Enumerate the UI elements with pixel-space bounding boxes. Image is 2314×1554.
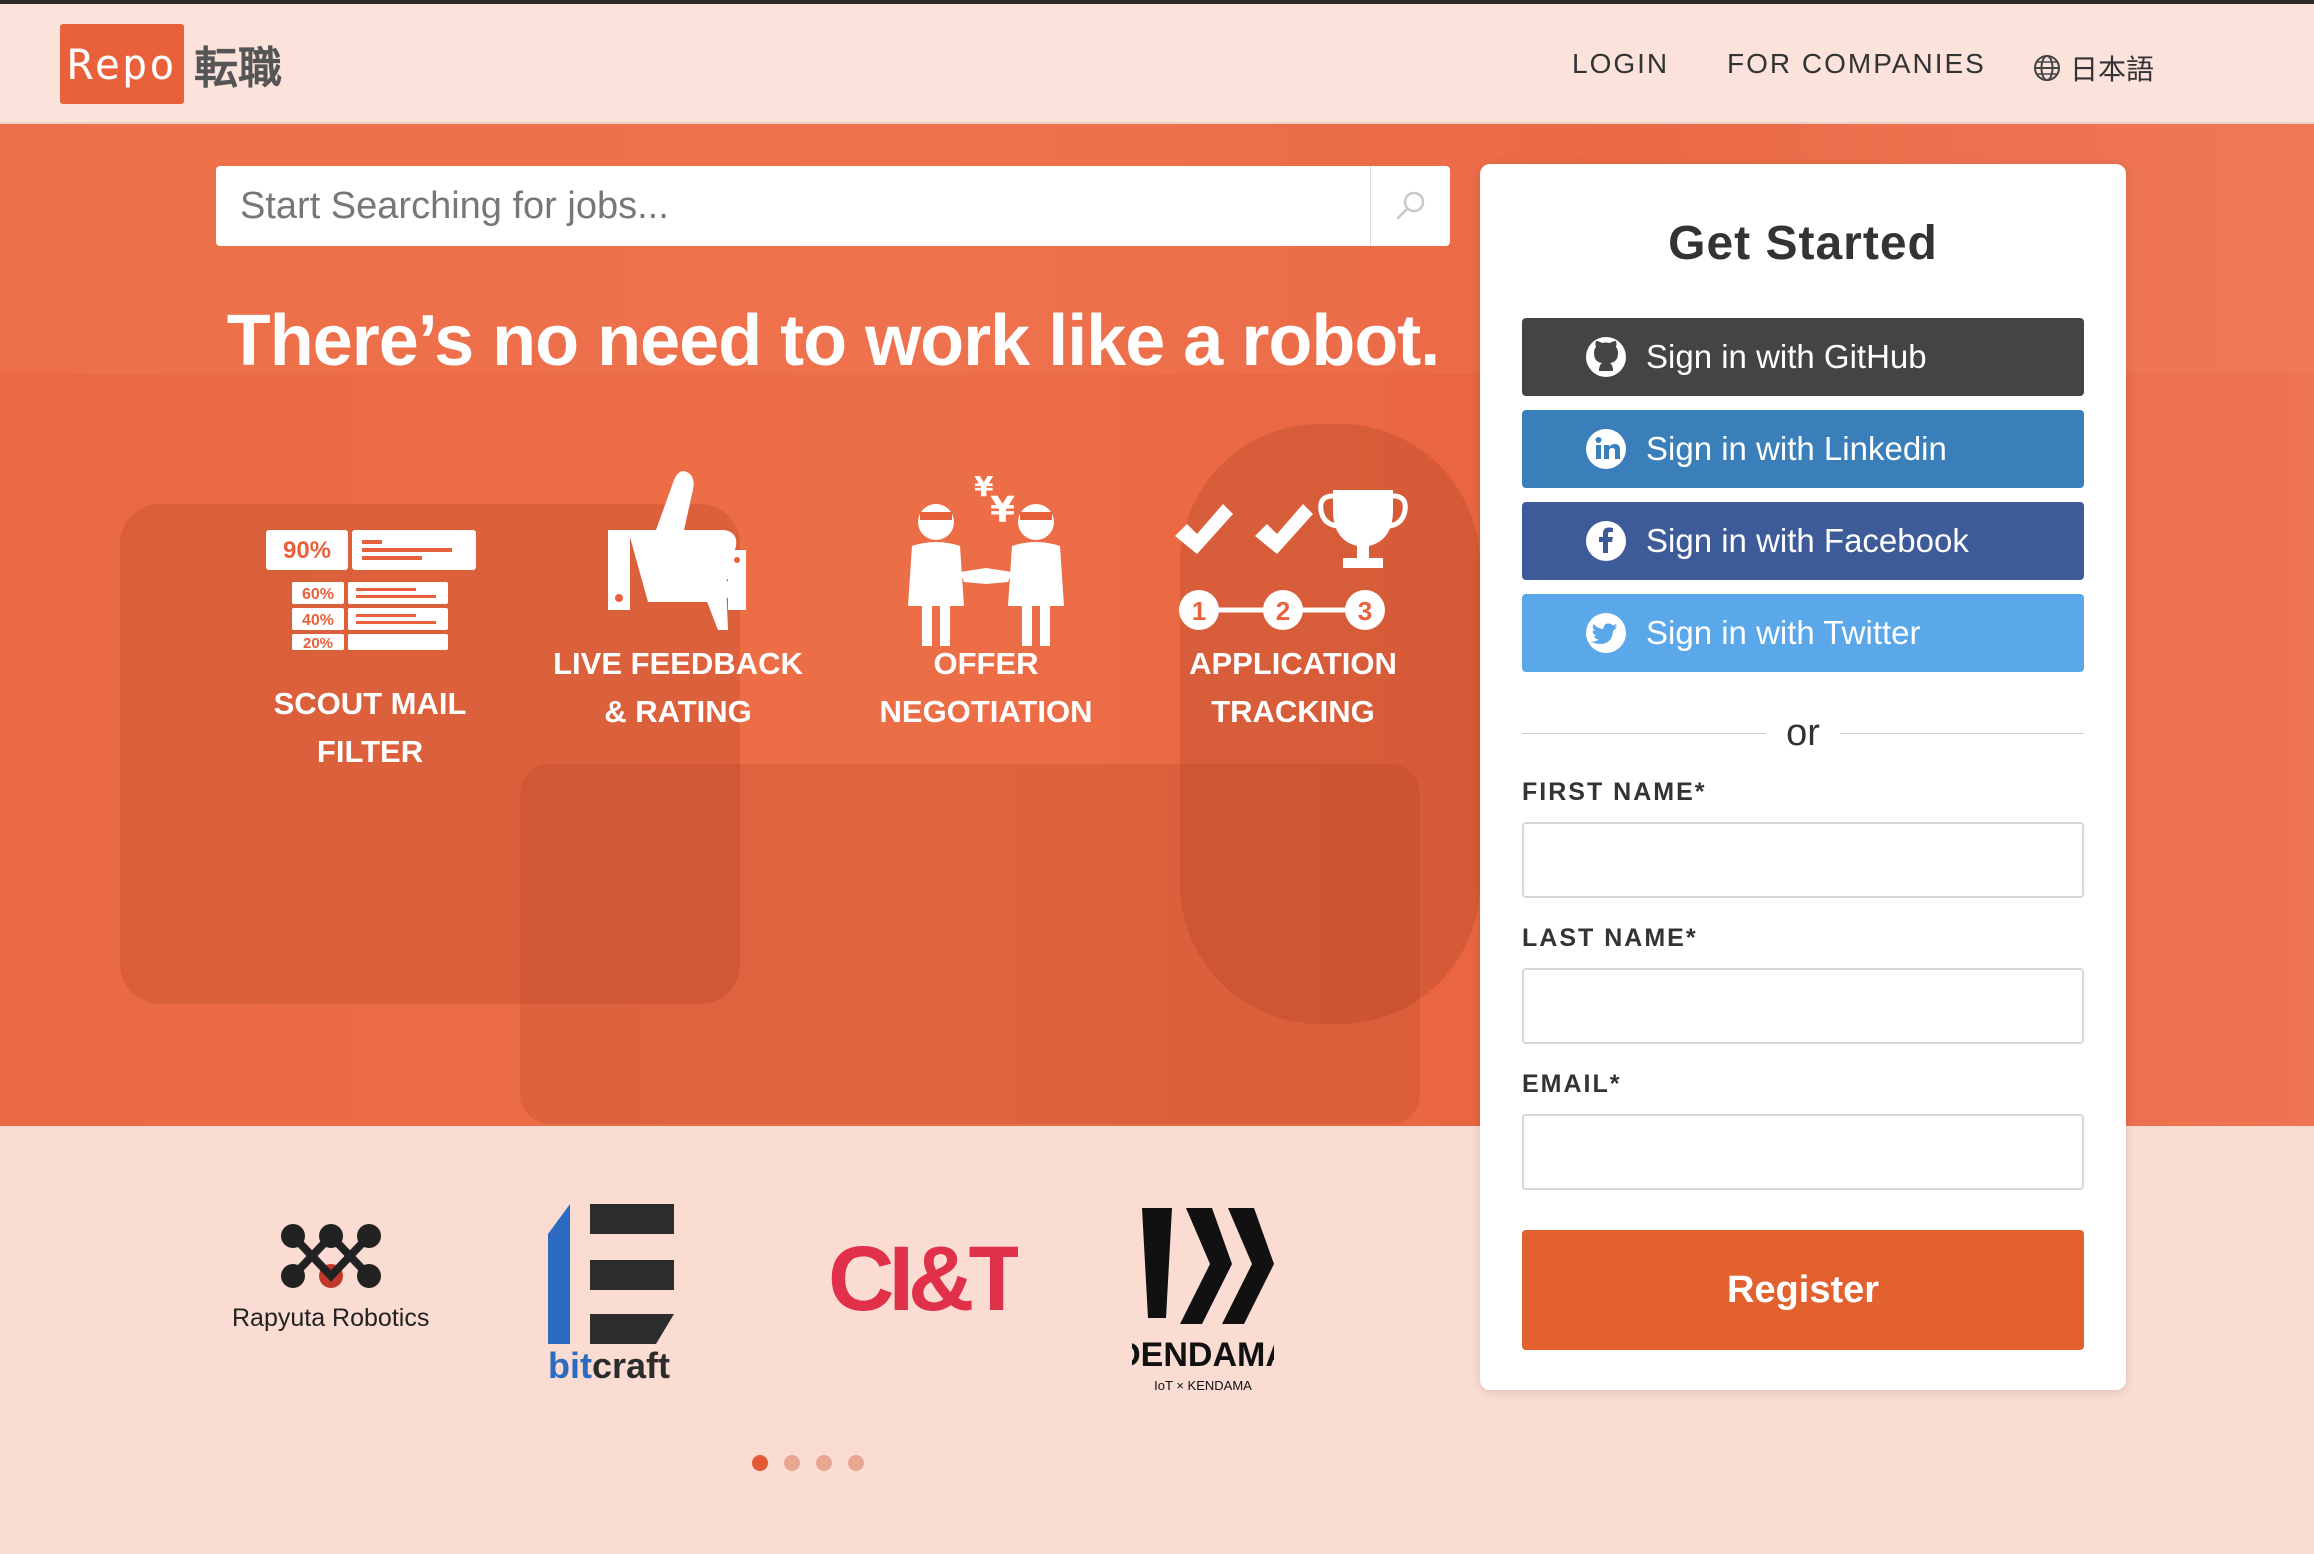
percent-60: 60% xyxy=(302,586,334,603)
carousel-dot[interactable] xyxy=(784,1455,800,1471)
rapyuta-robotics-logo xyxy=(280,1224,381,1288)
feature-label-line: APPLICATION xyxy=(1189,646,1397,681)
percent-20: 20% xyxy=(303,635,333,650)
thumbs-feedback-icon xyxy=(608,471,746,630)
carousel-dot[interactable] xyxy=(848,1455,864,1471)
ciandt-wordmark: CI&T xyxy=(828,1238,1018,1318)
step-number: 2 xyxy=(1276,596,1290,626)
linkedin-signin-button[interactable]: Sign in with Linkedin xyxy=(1522,410,2084,488)
feature-label-line: NEGOTIATION xyxy=(879,694,1093,729)
first-name-label: FIRST NAME* xyxy=(1522,778,1707,806)
trophy-steps-icon: 1 2 3 xyxy=(1175,490,1408,630)
last-name-label: LAST NAME* xyxy=(1522,924,1698,952)
logo-mark: Repo xyxy=(60,24,184,104)
feature-live-feedback: LIVE FEEDBACK & RATING xyxy=(548,471,808,736)
feature-label: APPLICATION TRACKING xyxy=(1163,640,1423,736)
nav-for-companies-link[interactable]: FOR COMPANIES xyxy=(1727,48,1986,80)
step-number: 3 xyxy=(1358,596,1372,626)
linkedin-icon xyxy=(1582,425,1630,473)
carousel-dot[interactable] xyxy=(752,1455,768,1471)
feature-scout-mail-filter: 90% 60% 40% 20% SCOUT MAIL FILTER xyxy=(240,500,500,776)
percent-40: 40% xyxy=(302,612,334,629)
feature-label-line: & RATING xyxy=(604,694,752,729)
percent-90: 90% xyxy=(283,537,331,564)
yen-symbol: ¥ xyxy=(990,490,1015,531)
carousel-dot[interactable] xyxy=(816,1455,832,1471)
site-logo[interactable]: Repo 転職 xyxy=(60,24,282,104)
bitcraft-logo: bit craft xyxy=(548,1204,674,1384)
email-label: EMAIL* xyxy=(1522,1070,1622,1098)
bitcraft-wordmark-bit: bit xyxy=(548,1345,592,1384)
feature-label-line: FILTER xyxy=(316,734,424,769)
scout-mail-filter-icon: 90% 60% 40% 20% xyxy=(266,530,476,650)
client-logo-ciandt[interactable]: CI&T xyxy=(828,1238,1018,1318)
facebook-signin-label: Sign in with Facebook xyxy=(1646,522,1969,559)
github-signin-button[interactable]: Sign in with GitHub xyxy=(1522,318,2084,396)
or-text: or xyxy=(1786,711,1820,754)
divider-line xyxy=(1839,732,2085,734)
bitcraft-wordmark-craft: craft xyxy=(592,1345,670,1384)
feature-label-line: OFFER xyxy=(933,646,1039,681)
first-name-field[interactable] xyxy=(1522,822,2084,898)
dendama-logo: DENDAMA IoT × KENDAMA xyxy=(1132,1208,1274,1393)
carousel-dots xyxy=(752,1455,864,1471)
client-logo-rapyuta[interactable]: Rapyuta Robotics xyxy=(232,1222,429,1333)
last-name-field[interactable] xyxy=(1522,968,2084,1044)
dendama-tagline: IoT × KENDAMA xyxy=(1154,1378,1252,1393)
job-search-bar xyxy=(216,166,1450,246)
client-name: Rapyuta Robotics xyxy=(232,1304,430,1332)
signup-panel: Get Started Sign in with GitHub Sign in … xyxy=(1480,164,2126,1390)
handshake-yen-icon: ¥ ¥ xyxy=(908,470,1064,646)
feature-label-line: TRACKING xyxy=(1211,694,1375,729)
ciandt-logo: CI&T xyxy=(828,1238,1018,1318)
feature-offer-negotiation: ¥ ¥ OFFER NEGOTIATION xyxy=(856,470,1116,736)
client-logo-bitcraft[interactable]: bit craft xyxy=(548,1204,678,1384)
job-search-input[interactable] xyxy=(216,166,1370,246)
twitter-signin-button[interactable]: Sign in with Twitter xyxy=(1522,594,2084,672)
search-icon xyxy=(1396,191,1424,220)
feature-label: OFFER NEGOTIATION xyxy=(856,640,1116,736)
github-signin-label: Sign in with GitHub xyxy=(1646,338,1927,375)
nav-login-link[interactable]: LOGIN xyxy=(1572,48,1669,80)
twitter-signin-label: Sign in with Twitter xyxy=(1646,614,1921,651)
language-switch[interactable]: 日本語 xyxy=(2032,48,2154,88)
search-button[interactable] xyxy=(1370,166,1450,246)
globe-icon xyxy=(2034,55,2060,81)
email-field[interactable] xyxy=(1522,1114,2084,1190)
linkedin-signin-label: Sign in with Linkedin xyxy=(1646,430,1947,467)
register-button[interactable]: Register xyxy=(1522,1230,2084,1350)
language-label: 日本語 xyxy=(2070,54,2155,85)
logo-japanese-text: 転職 xyxy=(194,43,282,94)
feature-label: LIVE FEEDBACK & RATING xyxy=(548,640,808,736)
hero-bg-shape xyxy=(520,764,1420,1124)
feature-label-line: LIVE FEEDBACK xyxy=(553,646,803,681)
panel-title: Get Started xyxy=(1668,217,1938,270)
twitter-icon xyxy=(1582,609,1630,657)
or-divider: or xyxy=(1522,708,2085,758)
step-number: 1 xyxy=(1192,596,1206,626)
dendama-wordmark: DENDAMA xyxy=(1132,1336,1274,1374)
divider-line xyxy=(1522,732,1767,734)
facebook-icon xyxy=(1582,517,1630,565)
hero-headline: There’s no need to work like a robot. xyxy=(226,301,1441,381)
client-logo-dendama[interactable]: DENDAMA IoT × KENDAMA xyxy=(1132,1200,1274,1400)
feature-application-tracking: 1 2 3 APPLICATION TRACKING xyxy=(1163,490,1423,736)
site-header: Repo 転職 LOGIN FOR COMPANIES 日本語 xyxy=(0,4,2314,124)
facebook-signin-button[interactable]: Sign in with Facebook xyxy=(1522,502,2084,580)
feature-label-line: SCOUT MAIL xyxy=(273,686,467,721)
github-icon xyxy=(1582,333,1630,381)
feature-label: SCOUT MAIL FILTER xyxy=(240,680,500,776)
